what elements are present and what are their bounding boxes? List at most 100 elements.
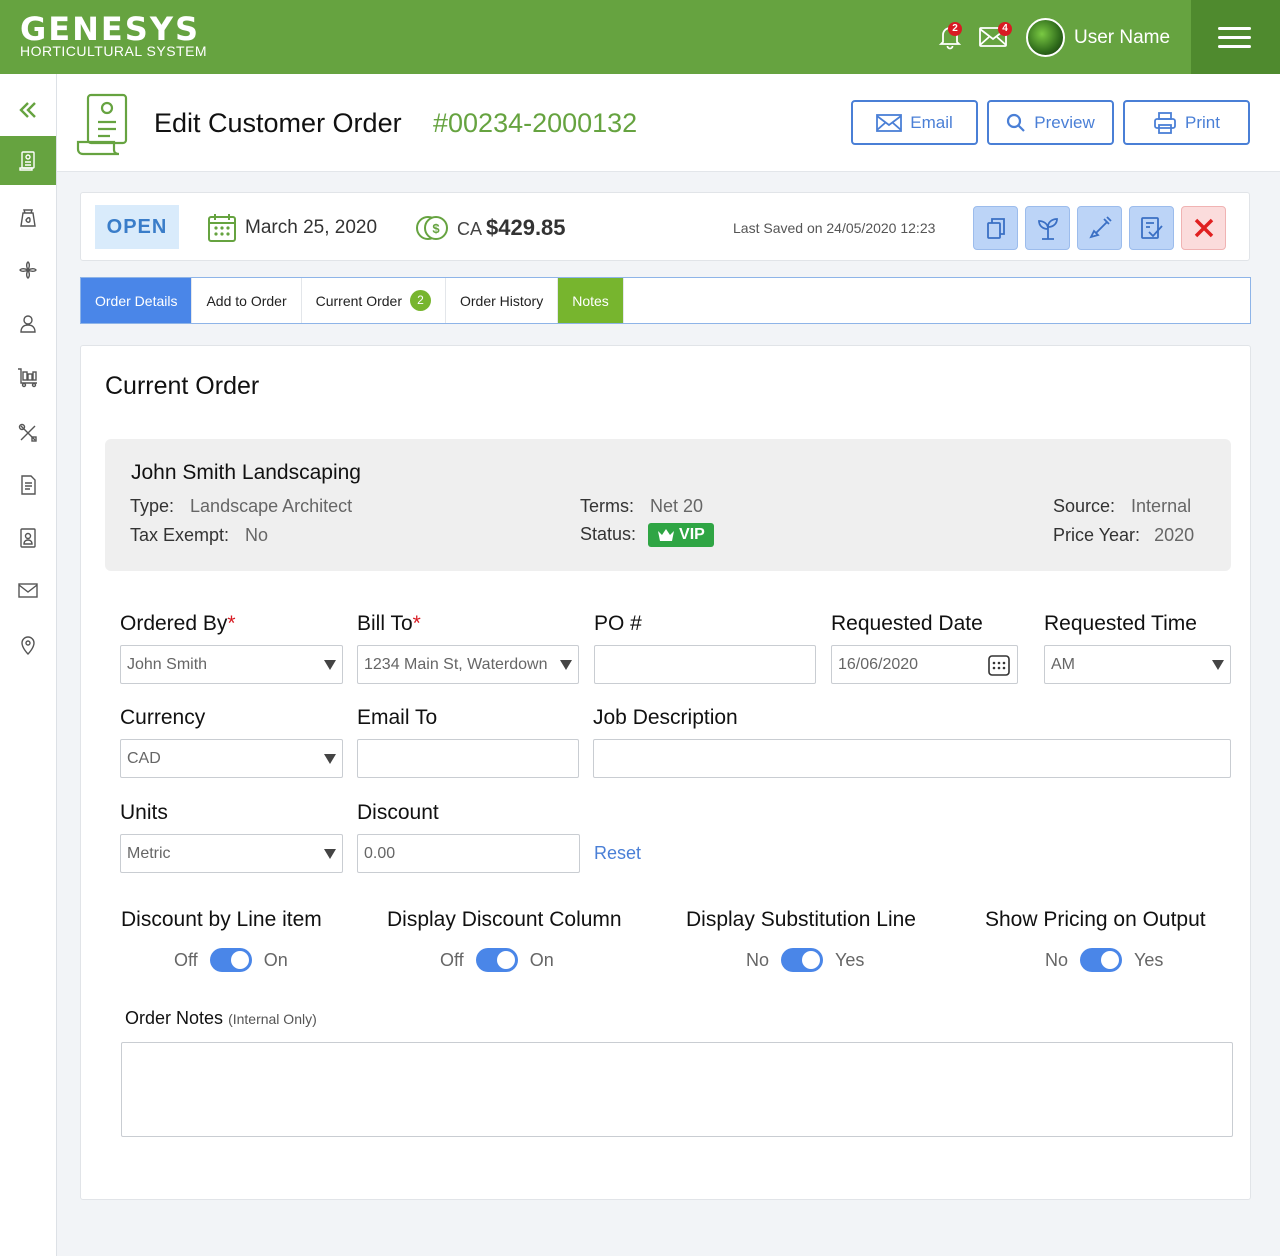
customer-tax-exempt: Tax Exempt: No xyxy=(130,525,268,546)
checklist-icon xyxy=(1140,217,1163,239)
preview-button-label: Preview xyxy=(1034,112,1095,132)
discount-value: 0.00 xyxy=(364,844,396,862)
required-marker: * xyxy=(227,612,236,635)
email-to-label: Email To xyxy=(357,706,438,729)
discount-by-line-toggle[interactable] xyxy=(209,948,252,972)
email-to-input[interactable] xyxy=(357,739,579,778)
checklist-action-button[interactable] xyxy=(1129,206,1174,250)
units-label: Units xyxy=(120,801,168,824)
requested-date-input[interactable]: 16/06/2020 xyxy=(831,645,1018,684)
tab-label: Current Order xyxy=(315,292,402,309)
avatar[interactable] xyxy=(1026,18,1065,57)
plant-action-button[interactable] xyxy=(1025,206,1070,250)
sidebar-item-contacts[interactable] xyxy=(0,518,56,558)
toggle-off-label: No xyxy=(1045,949,1069,970)
status-badge: OPEN xyxy=(95,205,179,249)
section-title: Current Order xyxy=(105,372,260,400)
shovel-action-button[interactable] xyxy=(1077,206,1122,250)
orders-icon xyxy=(19,150,35,171)
sidebar-item-mail[interactable] xyxy=(0,570,56,610)
page-header: Edit Customer Order #00234-2000132 Email… xyxy=(57,74,1280,172)
sidebar-item-customers[interactable] xyxy=(0,304,56,344)
job-description-input[interactable] xyxy=(593,739,1231,778)
preview-button[interactable]: Preview xyxy=(987,100,1114,145)
customer-price-year: Price Year: 2020 xyxy=(1053,525,1194,546)
terms-label: Terms: xyxy=(580,496,634,516)
tab-order-details[interactable]: Order Details xyxy=(81,278,193,323)
current-order-panel: Current Order John Smith Landscaping Typ… xyxy=(80,345,1251,1200)
brand-logo[interactable]: GENESYS HORTICULTURAL SYSTEM xyxy=(20,12,207,58)
order-tabs: Order Details Add to Order Current Order… xyxy=(80,277,1251,324)
copy-icon xyxy=(986,218,1005,239)
page-title: Edit Customer Order xyxy=(154,108,402,138)
print-button[interactable]: Print xyxy=(1123,100,1250,145)
menu-line-icon xyxy=(1218,27,1251,30)
price-year-value: 2020 xyxy=(1154,525,1195,545)
seed-bag-icon xyxy=(20,209,36,227)
po-input[interactable] xyxy=(594,645,816,684)
order-document-icon xyxy=(75,92,133,161)
email-button[interactable]: Email xyxy=(851,100,978,145)
toggle-on-label: On xyxy=(529,949,554,970)
tab-current-order[interactable]: Current Order 2 xyxy=(302,278,446,323)
notifications-bell-icon[interactable]: 2 xyxy=(936,22,966,52)
copy-order-button[interactable] xyxy=(973,206,1018,250)
display-discount-column-title: Display Discount Column xyxy=(387,908,622,931)
discount-by-line-title: Discount by Line item xyxy=(121,908,322,931)
show-pricing-on-output-title: Show Pricing on Output xyxy=(985,908,1206,931)
units-select[interactable]: Metric xyxy=(120,834,343,873)
sidebar-item-warehouse[interactable] xyxy=(0,357,56,397)
ordered-by-select[interactable]: John Smith xyxy=(120,645,343,684)
toggle-on-label: Yes xyxy=(835,949,865,970)
brand-title: GENESYS xyxy=(20,10,201,48)
currency-label: Currency xyxy=(120,706,206,729)
tab-order-history[interactable]: Order History xyxy=(446,278,559,323)
coins-icon: $ xyxy=(416,216,448,240)
tab-add-to-order[interactable]: Add to Order xyxy=(192,278,302,323)
sidebar-collapse-button[interactable] xyxy=(0,90,56,130)
order-notes-textarea[interactable] xyxy=(121,1042,1233,1137)
order-notes-label-text: Order Notes xyxy=(125,1008,224,1028)
ordered-by-value: John Smith xyxy=(127,655,208,673)
customer-summary: John Smith Landscaping Type: Landscape Ar… xyxy=(105,439,1231,571)
tab-notes[interactable]: Notes xyxy=(558,278,624,323)
menu-line-icon xyxy=(1218,45,1251,48)
vip-badge-label: VIP xyxy=(679,526,705,543)
vip-badge: VIP xyxy=(648,523,714,547)
plant-icon xyxy=(19,261,37,279)
currency-select[interactable]: CAD xyxy=(120,739,343,778)
customer-icon xyxy=(20,315,36,333)
order-currency: CA xyxy=(457,219,483,239)
requested-time-select[interactable]: AM xyxy=(1044,645,1231,684)
display-discount-column-toggle[interactable] xyxy=(475,948,518,972)
hamburger-menu-button[interactable] xyxy=(1191,0,1280,74)
show-pricing-on-output-toggle[interactable] xyxy=(1080,948,1123,972)
tab-label: Add to Order xyxy=(206,292,287,309)
requested-date-label: Requested Date xyxy=(831,612,983,635)
print-button-label: Print xyxy=(1185,112,1220,132)
sidebar-item-orders[interactable] xyxy=(0,136,56,185)
discount-input[interactable]: 0.00 xyxy=(357,834,580,873)
sidebar-item-plants[interactable] xyxy=(0,250,56,290)
sidebar-item-seeds[interactable] xyxy=(0,198,56,238)
order-number: #00234-2000132 xyxy=(433,108,638,138)
source-label: Source: xyxy=(1053,496,1116,516)
svg-text:$: $ xyxy=(432,221,440,236)
cancel-order-button[interactable] xyxy=(1181,206,1226,250)
display-substitution-line-toggle[interactable] xyxy=(781,948,824,972)
dropdown-arrow-icon xyxy=(1212,659,1224,670)
messages-envelope-icon[interactable]: 4 xyxy=(978,22,1012,52)
collapse-icon xyxy=(19,102,36,118)
sidebar-item-locations[interactable] xyxy=(0,625,56,665)
sidebar-item-tools[interactable] xyxy=(0,413,56,453)
mail-icon xyxy=(18,583,38,598)
bill-to-select[interactable]: 1234 Main St, Waterdown xyxy=(357,645,579,684)
display-substitution-line-toggle-row: No Yes xyxy=(746,948,864,972)
email-button-label: Email xyxy=(910,112,953,132)
reset-discount-link[interactable]: Reset xyxy=(594,843,641,864)
discount-by-line-toggle-row: Off On xyxy=(174,948,288,972)
order-date: March 25, 2020 xyxy=(245,217,378,238)
user-name[interactable]: User Name xyxy=(1074,27,1170,49)
job-description-label: Job Description xyxy=(593,706,738,729)
sidebar-item-documents[interactable] xyxy=(0,465,56,505)
